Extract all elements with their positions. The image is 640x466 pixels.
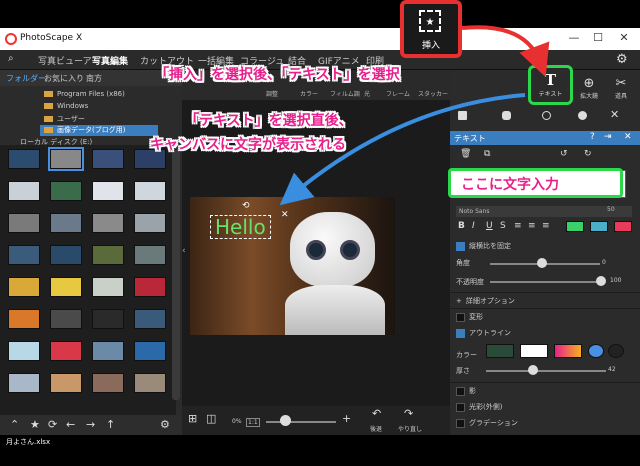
annotation-callout-2b: キャンバスに文字が表示される — [150, 137, 346, 153]
insert-box-icon: ★ — [419, 10, 441, 32]
annotation-callout-1: 「挿入」を選択後、「テキスト」を選択 — [155, 67, 400, 83]
text-input-callout: ここに文字入力 — [448, 168, 623, 198]
insert-tool-callout: ★ 挿入 — [400, 0, 462, 58]
callout-text: ここに文字入力 — [461, 177, 559, 193]
insert-label: 挿入 — [421, 41, 440, 51]
annotation-callout-2a: 「テキスト」を選択直後、 — [185, 113, 353, 129]
star-icon: ★ — [425, 17, 435, 28]
red-arrow — [461, 25, 550, 77]
